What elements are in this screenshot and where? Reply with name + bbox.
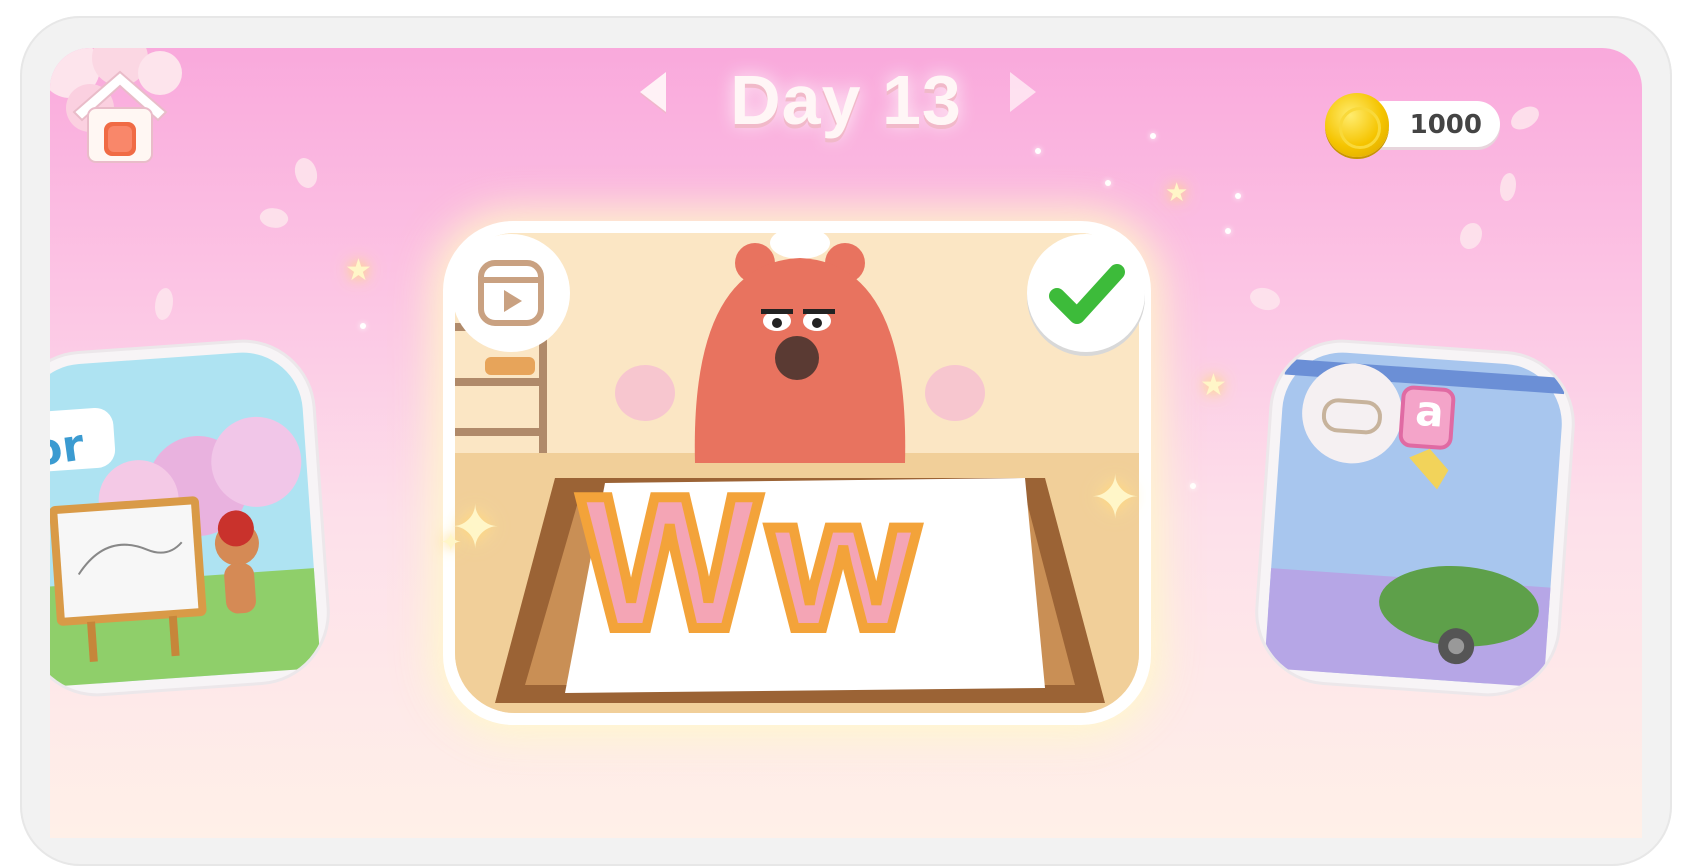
glow-dot [1035,148,1041,154]
video-play-icon [478,260,544,326]
glow-dot [360,323,366,329]
game-screen: ★ ★ ★ Day 13 1000 tor a Ww ✦ ✦ ✦ [50,48,1642,838]
checkmark-icon [1049,264,1125,324]
petal-decoration [288,154,324,192]
sparkle-decoration: ★ [1200,368,1227,403]
cookie-letters: Ww [575,457,928,669]
activity-card-right[interactable]: a [1253,337,1577,699]
next-day-arrow[interactable] [1010,72,1036,112]
watch-video-button[interactable] [452,234,570,352]
sparkle-decoration: ✦ [440,528,462,558]
glow-dot [1235,193,1241,199]
sparkle-decoration: ★ [1165,178,1189,208]
petal-decoration [257,203,291,233]
activity-card-left[interactable]: tor [50,337,332,699]
petal-decoration [1500,173,1516,201]
gold-coin-icon [1325,93,1389,157]
coin-counter: 1000 [1325,93,1500,157]
glow-dot [1190,483,1196,489]
glow-dot [1225,228,1231,234]
petal-decoration [1246,281,1284,317]
glow-dot [1105,180,1111,186]
completed-badge [1027,234,1145,352]
coin-amount: 1000 [1409,110,1482,140]
left-card-illustration [50,352,321,688]
petal-decoration [1460,223,1482,249]
sparkle-decoration: ★ [345,253,372,288]
right-card-illustration [1264,352,1566,688]
sparkle-decoration: ✦ [1090,463,1141,533]
right-card-letter-tile: a [1413,385,1446,437]
petal-decoration [155,288,173,320]
